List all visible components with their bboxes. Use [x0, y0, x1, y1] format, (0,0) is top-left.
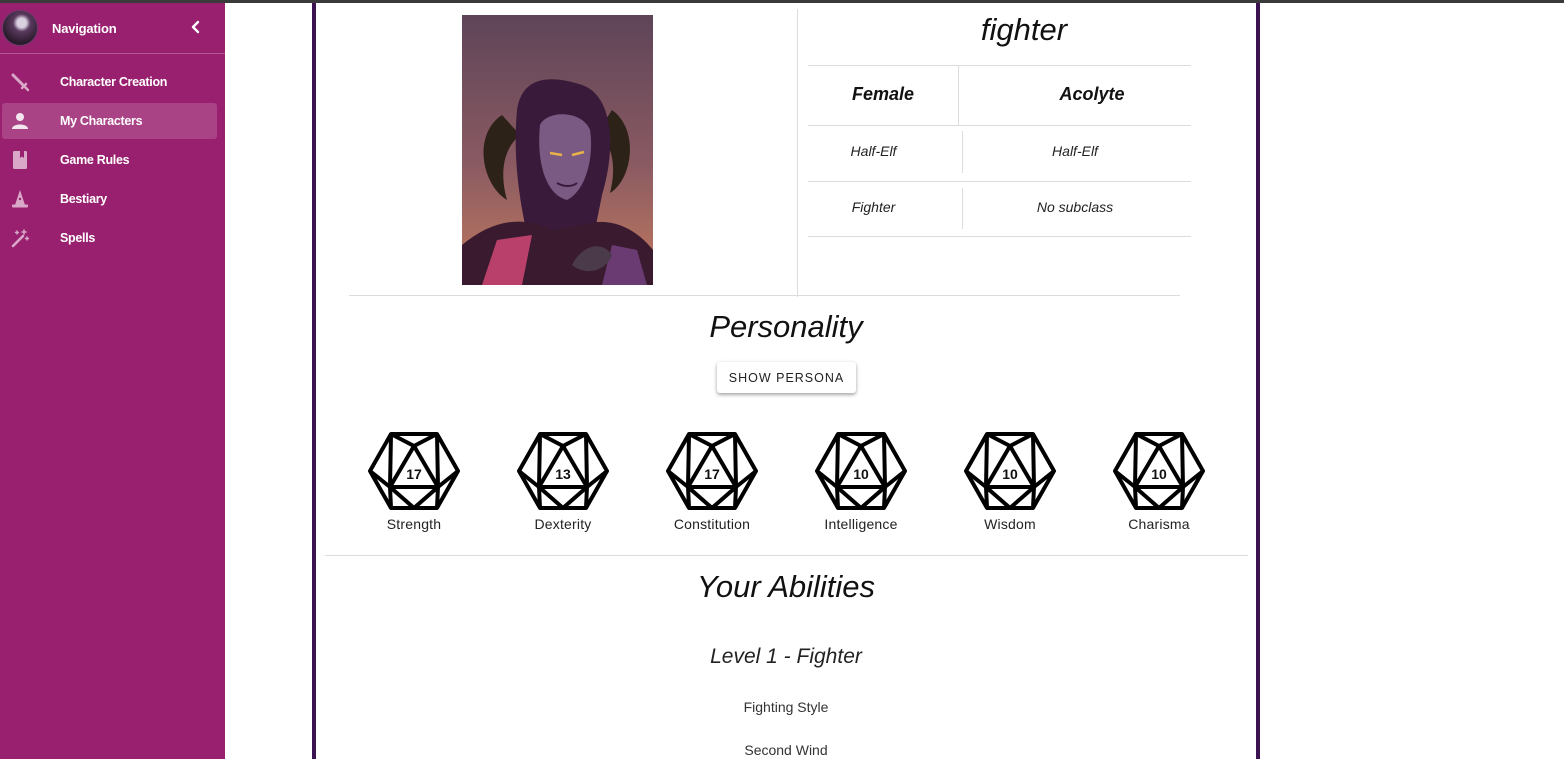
character-race: Half-Elf: [850, 143, 897, 159]
wizard-hat-icon: [10, 189, 30, 209]
sidebar-item-character-creation[interactable]: Character Creation: [2, 64, 217, 100]
abilities-title: Your Abilities: [696, 569, 876, 604]
collapse-sidebar-button[interactable]: [185, 17, 205, 37]
stat-dexterity[interactable]: 13 Dexterity: [503, 432, 623, 532]
table-row-divider: [808, 181, 1191, 182]
stat-value: 13: [555, 466, 571, 482]
section-divider: [349, 295, 1180, 296]
book-icon: [10, 150, 30, 170]
sword-icon: [10, 72, 30, 92]
header-vertical-divider: [797, 9, 798, 297]
sidebar-item-spells[interactable]: Spells: [2, 220, 217, 256]
stat-label: Wisdom: [984, 516, 1036, 532]
sidebar-header: Navigation: [0, 3, 225, 54]
stat-charisma[interactable]: 10 Charisma: [1099, 432, 1219, 532]
section-divider: [325, 555, 1248, 556]
table-row-divider: [808, 236, 1191, 237]
level-heading: Level 1 - Fighter: [710, 645, 862, 668]
stat-value: 10: [853, 466, 869, 482]
sidebar-item-my-characters[interactable]: My Characters: [2, 103, 217, 139]
sidebar-item-label: Character Creation: [60, 75, 168, 89]
character-class: Fighter: [851, 199, 896, 215]
info-table-top-border: [808, 65, 1191, 66]
table-column-divider: [962, 188, 963, 229]
sidebar-item-label: My Characters: [60, 114, 143, 128]
stat-constitution[interactable]: 17 Constitution: [652, 432, 772, 532]
sidebar-item-game-rules[interactable]: Game Rules: [2, 142, 217, 178]
character-subclass: No subclass: [1036, 199, 1114, 215]
sheet-border-right: [1256, 3, 1260, 759]
stat-intelligence[interactable]: 10 Intelligence: [801, 432, 921, 532]
stat-value: 17: [406, 466, 422, 482]
sidebar-item-bestiary[interactable]: Bestiary: [2, 181, 217, 217]
avatar[interactable]: [2, 10, 38, 46]
table-column-divider: [958, 66, 959, 125]
sidebar-item-label: Game Rules: [60, 153, 130, 167]
ability-item[interactable]: Second Wind: [316, 742, 1256, 758]
character-name: fighter: [980, 12, 1068, 47]
stat-value: 10: [1151, 466, 1167, 482]
chevron-left-icon: [191, 20, 200, 34]
d20-icon: 10: [1113, 432, 1205, 510]
character-subrace: Half-Elf: [1052, 143, 1098, 159]
sidebar-title: Navigation: [52, 20, 117, 36]
table-row-divider: [808, 125, 1191, 126]
table-column-divider: [962, 131, 963, 173]
d20-icon: 10: [815, 432, 907, 510]
stat-strength[interactable]: 17 Strength: [354, 432, 474, 532]
stat-label: Dexterity: [534, 516, 592, 532]
character-portrait: [462, 15, 653, 285]
stat-label: Charisma: [1128, 516, 1190, 532]
stat-label: Constitution: [673, 516, 751, 532]
sidebar-item-label: Bestiary: [60, 192, 107, 206]
personality-title: Personality: [709, 309, 863, 344]
d20-icon: 17: [368, 432, 460, 510]
stat-value: 10: [1002, 466, 1018, 482]
person-icon: [10, 111, 30, 131]
magic-wand-icon: [10, 228, 30, 248]
sidebar-menu: Character Creation My Characters Game Ru…: [0, 54, 225, 256]
d20-icon: 17: [666, 432, 758, 510]
character-gender: Female: [851, 84, 915, 104]
stat-wisdom[interactable]: 10 Wisdom: [950, 432, 1070, 532]
navigation-sidebar: Navigation Character Creation My Charact…: [0, 3, 225, 759]
d20-icon: 13: [517, 432, 609, 510]
ability-item[interactable]: Fighting Style: [316, 699, 1256, 715]
sidebar-item-label: Spells: [60, 231, 96, 245]
window-top-edge: [0, 0, 1564, 3]
character-background: Acolyte: [1059, 84, 1125, 104]
stat-value: 17: [704, 466, 720, 482]
show-persona-button[interactable]: SHOW PERSONA: [717, 362, 856, 393]
stat-label: Intelligence: [824, 516, 898, 532]
d20-icon: 10: [964, 432, 1056, 510]
stat-label: Strength: [386, 516, 442, 532]
